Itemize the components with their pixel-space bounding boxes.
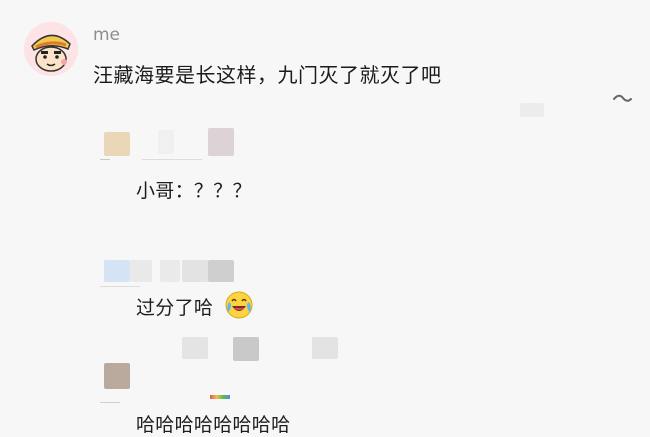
blurred-nickname bbox=[182, 337, 208, 359]
reply-avatar[interactable] bbox=[104, 132, 130, 156]
post-text: 汪藏海要是长这样，九门灭了就灭了吧 bbox=[93, 63, 442, 87]
blurred-nickname bbox=[312, 337, 338, 359]
blurred-nickname bbox=[208, 128, 234, 156]
reply-text: 哈哈哈哈哈哈哈哈 bbox=[136, 414, 291, 436]
blurred-nickname bbox=[142, 159, 202, 160]
blurred-nickname bbox=[210, 395, 230, 399]
blurred-nickname bbox=[100, 402, 120, 403]
blur-block bbox=[520, 103, 544, 117]
blurred-nickname bbox=[160, 260, 180, 282]
blurred-nickname bbox=[130, 260, 152, 282]
blurred-nickname bbox=[208, 260, 234, 282]
reply-text: 过分了哈 bbox=[136, 297, 214, 319]
more-icon[interactable] bbox=[612, 92, 632, 104]
crying-laughing-emoji-icon bbox=[225, 291, 253, 319]
reply-avatar[interactable] bbox=[104, 363, 130, 389]
reply-avatar[interactable] bbox=[104, 260, 130, 282]
blurred-nickname bbox=[158, 130, 174, 154]
blurred-nickname bbox=[182, 260, 208, 282]
post-author[interactable]: me bbox=[93, 25, 120, 45]
crayon-shin-chan-avatar-icon bbox=[24, 22, 78, 76]
blurred-nickname bbox=[100, 286, 140, 287]
reply-text: 小哥：？？？ bbox=[136, 180, 252, 202]
blurred-nickname bbox=[233, 337, 259, 361]
avatar[interactable] bbox=[24, 22, 78, 76]
blurred-nickname bbox=[100, 159, 110, 160]
